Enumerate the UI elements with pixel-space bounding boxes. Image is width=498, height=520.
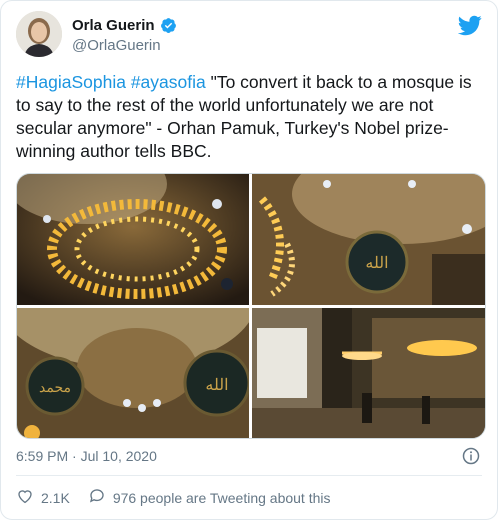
- author-name[interactable]: Orla Guerin: [72, 17, 155, 34]
- tweet-header: Orla Guerin @OrlaGuerin: [16, 11, 482, 61]
- like-button[interactable]: 2.1K: [16, 487, 70, 508]
- svg-text:الله: الله: [365, 253, 388, 272]
- author-handle[interactable]: @OrlaGuerin: [72, 37, 161, 54]
- twitter-bird-icon[interactable]: [457, 13, 482, 37]
- hashtag-ayasofia[interactable]: #ayasofia: [131, 72, 206, 92]
- verified-badge-icon: [160, 17, 177, 34]
- svg-text:الله: الله: [205, 375, 228, 394]
- conversation-link[interactable]: 976 people are Tweeting about this: [88, 487, 331, 508]
- photo-chandelier-2[interactable]: الله: [252, 174, 485, 305]
- divider: [16, 475, 482, 476]
- svg-text:محمد: محمد: [39, 380, 71, 396]
- avatar[interactable]: [16, 11, 62, 57]
- photo-dome-medallions[interactable]: محمد الله: [17, 308, 249, 438]
- tweet-actions: 2.1K 976 people are Tweeting about this: [16, 487, 349, 508]
- hashtag-hagiasophia[interactable]: #HagiaSophia: [16, 72, 126, 92]
- tweet-card: Orla Guerin @OrlaGuerin #HagiaSophia #ay…: [0, 0, 498, 520]
- tweet-text: #HagiaSophia #ayasofia "To convert it ba…: [16, 71, 486, 163]
- photo-chandelier-1[interactable]: [17, 174, 249, 305]
- media-grid: الله محمد الله: [16, 173, 486, 439]
- photo-interior-hall[interactable]: [252, 308, 485, 438]
- speech-bubble-icon: [88, 487, 106, 508]
- conversation-text: 976 people are Tweeting about this: [112, 489, 331, 506]
- tweet-timestamp[interactable]: 6:59 PM · Jul 10, 2020: [16, 448, 157, 464]
- like-count: 2.1K: [41, 489, 70, 506]
- heart-icon: [16, 487, 34, 508]
- author-name-row: Orla Guerin: [72, 17, 177, 34]
- info-icon[interactable]: [462, 447, 480, 465]
